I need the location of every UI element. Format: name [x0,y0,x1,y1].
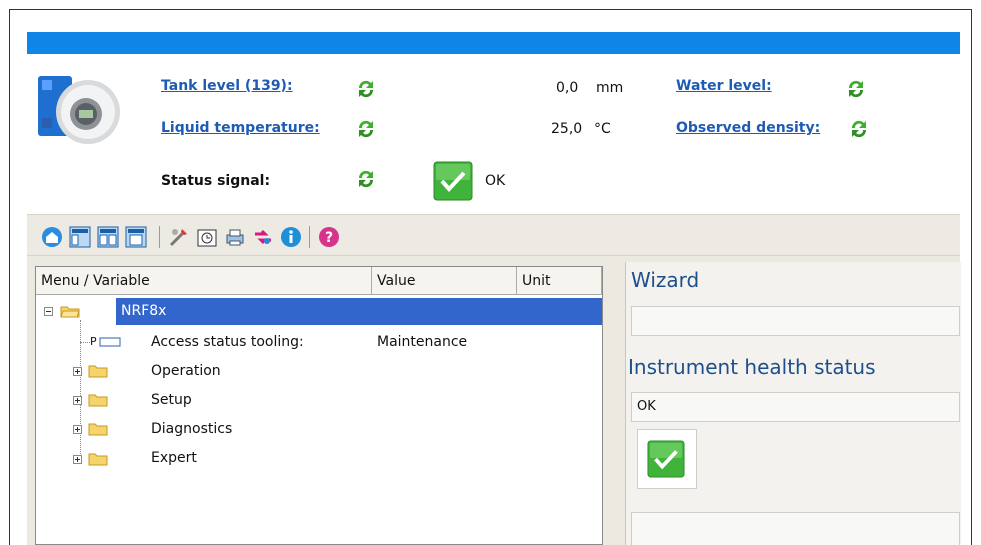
health-status-value: OK [637,399,656,414]
arrows-icon[interactable] [252,226,274,248]
clock-icon[interactable] [196,226,218,248]
status-ok-text: OK [485,173,506,189]
tree-guide-line [80,342,90,343]
svg-text:?: ? [325,230,333,246]
print-icon[interactable] [224,226,246,248]
folder-icon [88,365,108,378]
tree-root-label[interactable]: NRF8x [121,303,166,319]
folder-icon [88,453,108,466]
refresh-icon[interactable] [845,78,867,100]
toolbar-separator [159,226,160,248]
layout-icon[interactable] [69,226,91,248]
expand-icon[interactable] [73,425,82,434]
toolbar [27,214,960,256]
tree-item-setup[interactable]: Setup [151,392,192,408]
expand-icon[interactable] [73,455,82,464]
tools-icon[interactable] [168,226,190,248]
panel-splitter[interactable] [609,256,617,545]
liquid-temperature-link[interactable]: Liquid temperature: [161,120,320,136]
refresh-icon[interactable] [355,118,377,140]
next-section-bar [631,512,960,545]
tank-level-unit: mm [596,80,624,96]
expand-icon[interactable] [73,396,82,405]
folder-icon [88,394,108,407]
tank-level-link[interactable]: Tank level (139): [161,78,293,94]
health-title: Instrument health status [628,355,876,379]
help-icon[interactable]: ? [318,226,340,248]
tree-item-expert[interactable]: Expert [151,450,197,466]
folder-icon [88,423,108,436]
tank-level-value: 0,0 [556,80,579,96]
parameter-prefix: P [90,335,97,348]
wizard-title: Wizard [631,268,700,292]
health-ok-icon [647,440,685,478]
title-bar [27,32,960,54]
folder-open-icon [60,306,80,318]
tree-item-access-status[interactable]: Access status tooling: [151,334,304,350]
tree-item-operation[interactable]: Operation [151,363,221,379]
refresh-icon[interactable] [355,78,377,100]
window-icon[interactable] [125,226,147,248]
collapse-icon[interactable] [44,307,53,316]
liquid-temperature-unit: °C [594,121,611,137]
observed-density-link[interactable]: Observed density: [676,120,820,136]
refresh-icon[interactable] [848,118,870,140]
health-status-bar [631,392,960,422]
device-image [38,76,120,144]
toolbar-separator [309,226,310,248]
parameter-icon [99,337,121,347]
wizard-bar[interactable] [631,306,960,336]
refresh-icon[interactable] [355,168,377,190]
column-header-menu-variable[interactable]: Menu / Variable [36,267,372,295]
tree-item-access-status-value: Maintenance [377,334,468,350]
column-header-value[interactable]: Value [372,267,517,295]
info-icon[interactable] [280,226,302,248]
liquid-temperature-value: 25,0 [551,121,583,137]
column-header-unit[interactable]: Unit [517,267,602,295]
tree-item-diagnostics[interactable]: Diagnostics [151,421,232,437]
status-signal-label: Status signal: [161,173,271,189]
expand-icon[interactable] [73,367,82,376]
layout-split-icon[interactable] [97,226,119,248]
status-ok-icon [433,161,473,201]
tree-row-selected[interactable] [116,298,602,325]
water-level-link[interactable]: Water level: [676,78,772,94]
home-icon[interactable] [41,226,63,248]
